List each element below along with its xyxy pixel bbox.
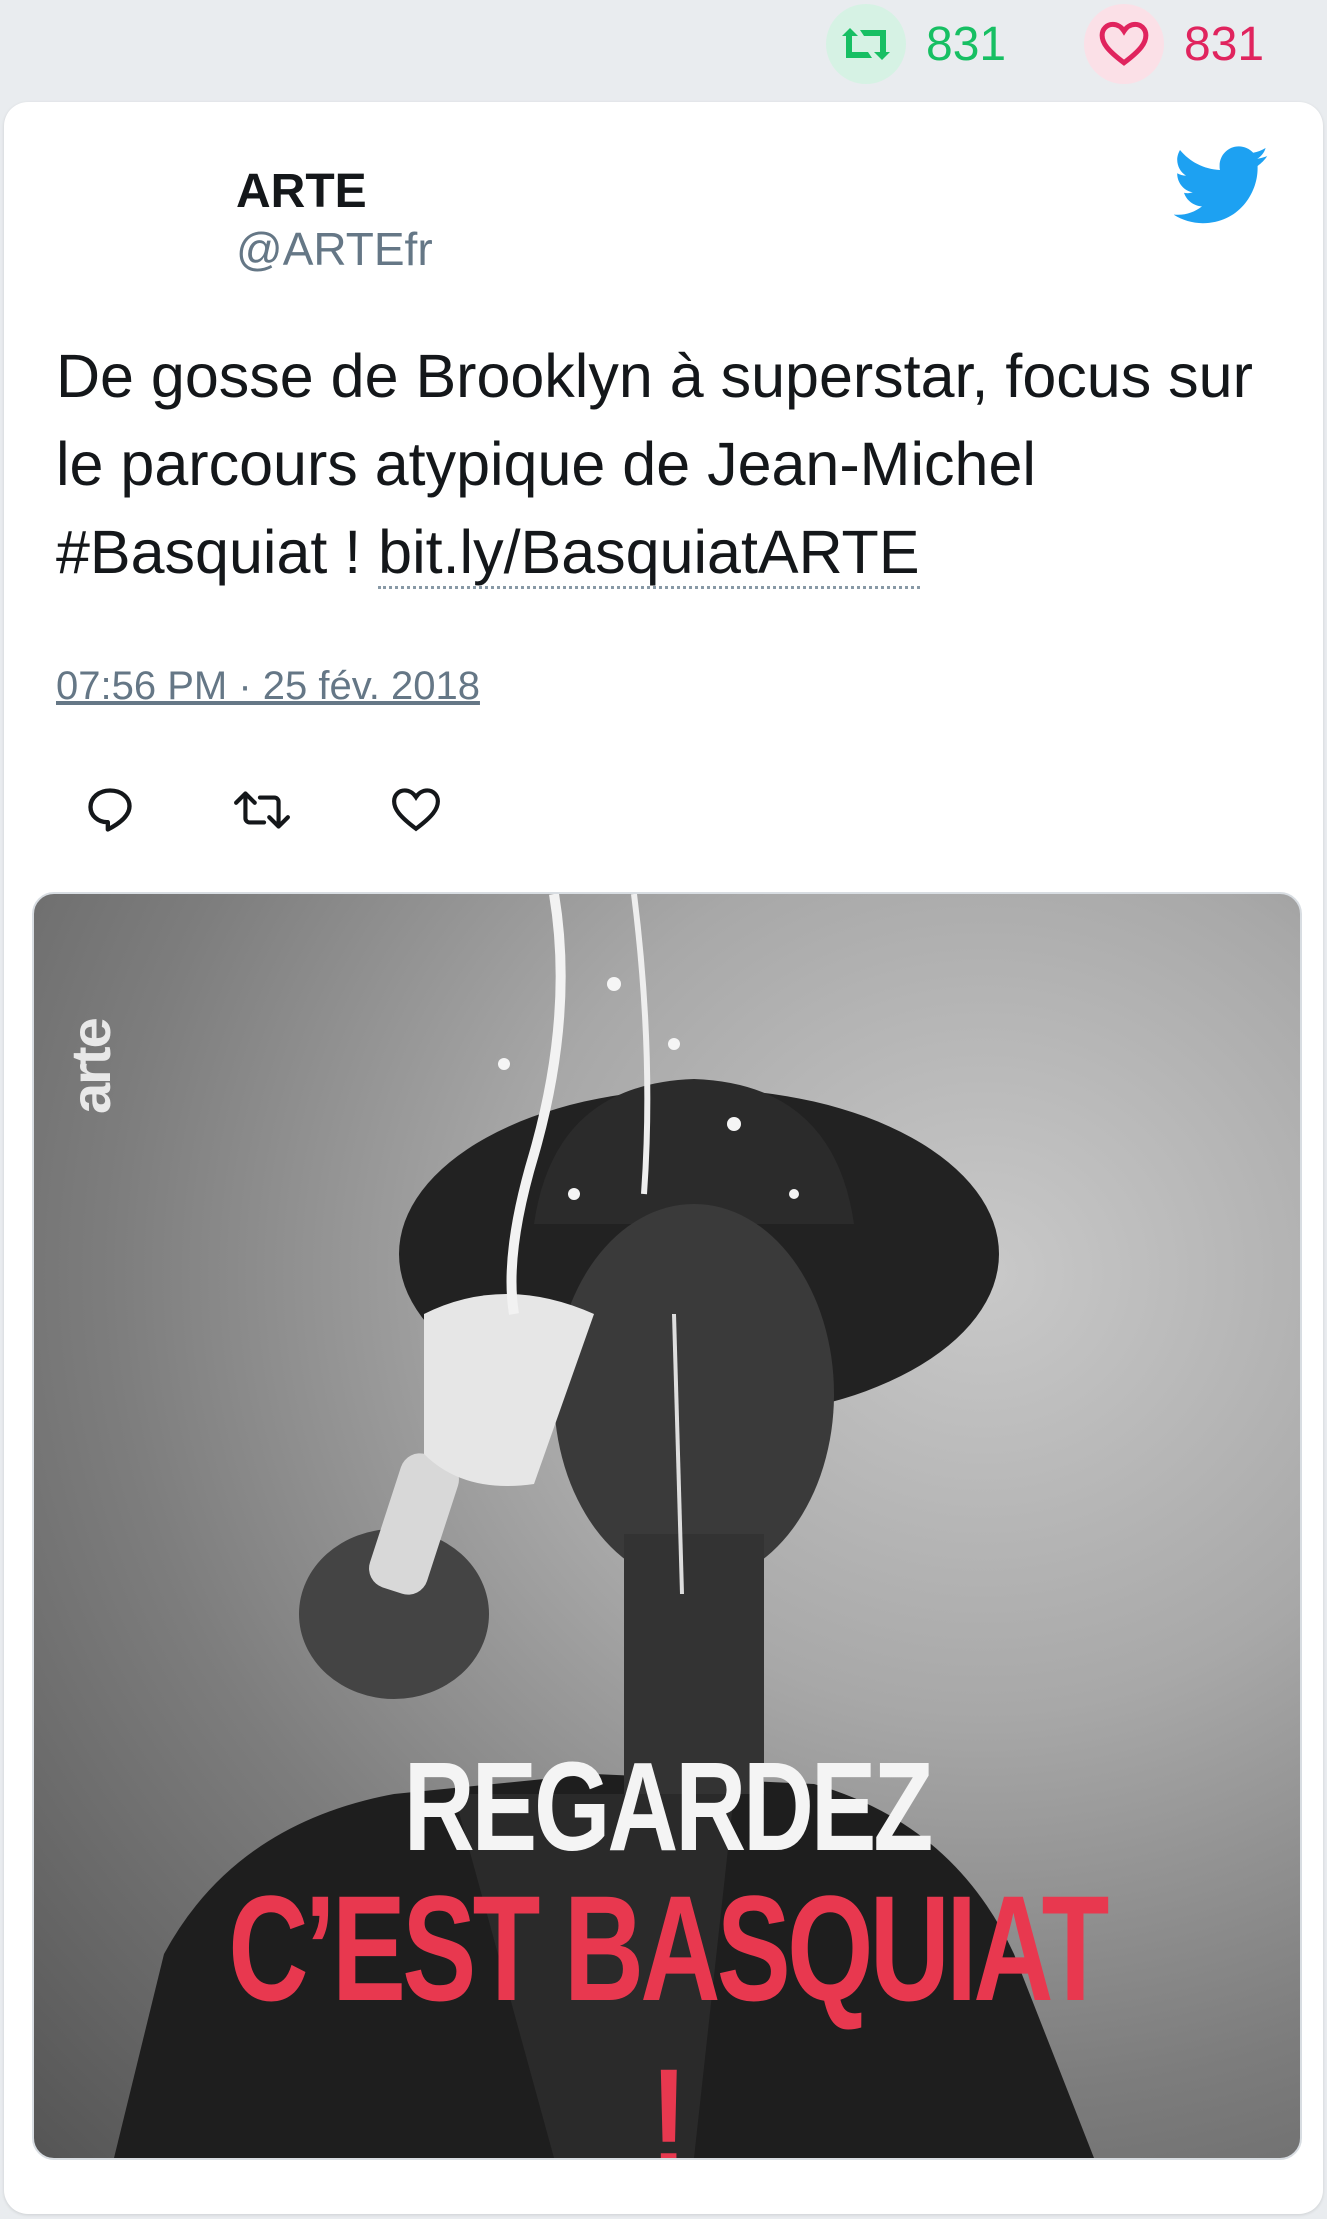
like-stat[interactable]: 831 [1084,4,1264,84]
reply-button[interactable] [70,770,150,850]
heart-icon [1084,4,1164,84]
tweet-stats-bar: 831 831 [0,0,1327,96]
arte-logo: arte [59,1019,122,1114]
tweet-text: De gosse de Brooklyn à superstar, focus … [56,332,1276,596]
retweet-icon [234,791,290,829]
tweet-media-image[interactable]: arte REGARDEZ C’EST BASQUIAT ! [32,892,1302,2160]
media-headline-line2: C’EST BASQUIAT ! [228,1864,1109,2160]
media-headline-line1: REGARDEZ [403,1736,934,1877]
tweet-timestamp[interactable]: 07:56 PM · 25 fév. 2018 [56,664,480,709]
retweet-button[interactable] [222,770,302,850]
retweet-stat[interactable]: 831 [826,4,1006,84]
like-count: 831 [1184,17,1265,71]
retweet-icon [826,4,906,84]
like-button[interactable] [376,770,456,850]
reply-icon [88,788,132,832]
author-handle: @ARTEfr [236,223,433,275]
twitter-bird-icon[interactable] [1174,146,1270,226]
tweet-card: ARTE @ARTEfr De gosse de Brooklyn à supe… [4,102,1323,2214]
heart-icon [392,788,440,832]
tweet-author[interactable]: ARTE @ARTEfr [236,164,433,278]
author-name: ARTE [236,165,367,218]
retweet-count: 831 [926,17,1007,71]
tweet-link[interactable]: bit.ly/BasquiatARTE [378,518,920,589]
